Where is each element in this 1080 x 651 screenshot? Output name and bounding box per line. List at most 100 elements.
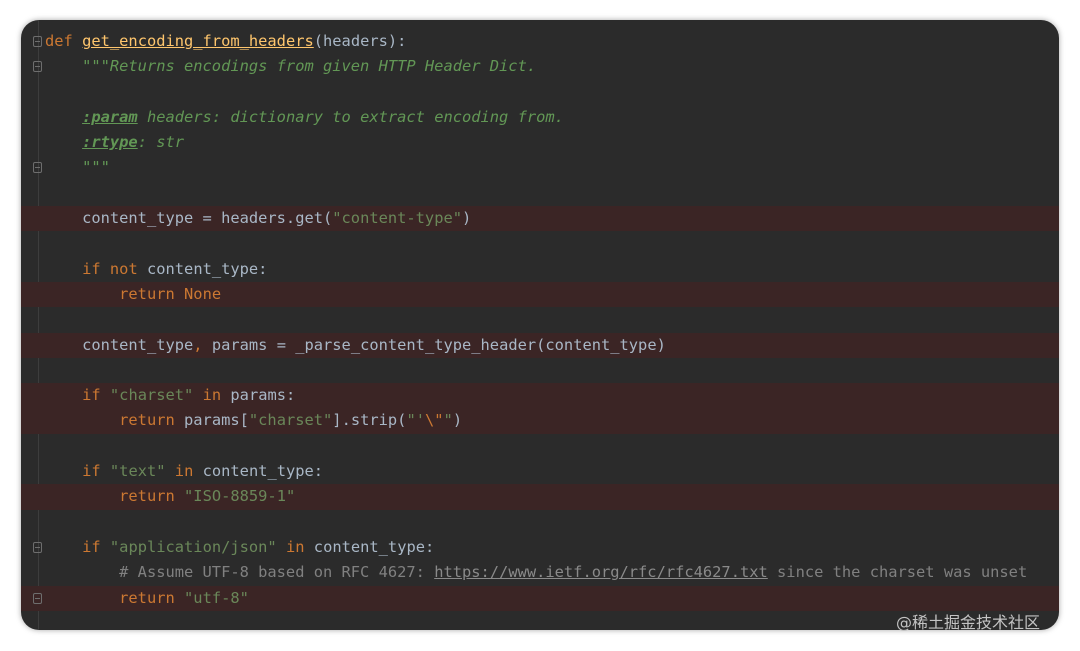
escape-sequence: \" — [424, 411, 444, 430]
fold-icon[interactable] — [33, 61, 42, 73]
code-line-8: content_type = headers.get("content-type… — [21, 206, 1059, 232]
doc-tag: :param — [82, 107, 138, 126]
code-text: content_type = headers.get( — [82, 209, 333, 228]
watermark: @稀土掘金技术社区 — [896, 613, 1041, 632]
string-literal: "ISO-8859-1" — [184, 487, 296, 506]
code-text: params = _parse_content_type_header(cont… — [202, 335, 666, 354]
code-line-13: content_type, params = _parse_content_ty… — [21, 332, 1059, 358]
string-literal: "text" — [109, 462, 166, 481]
code-line-1: def get_encoding_from_headers(headers): — [21, 29, 1059, 54]
string-literal: " — [443, 411, 453, 430]
comment: since the charset was unset — [767, 563, 1028, 582]
code-text: content_type — [82, 335, 194, 354]
code-text: ) — [462, 209, 472, 228]
code-text: params: — [221, 386, 296, 405]
code-editor-window: def get_encoding_from_headers(headers): … — [21, 20, 1059, 630]
code-text: content_type: — [193, 462, 324, 481]
function-name: get_encoding_from_headers — [82, 32, 314, 50]
code-line-11: return None — [21, 281, 1059, 308]
code-line-6: """ — [21, 155, 1059, 180]
fold-icon[interactable] — [33, 592, 42, 604]
comment: # Assume UTF-8 based on RFC 4627: — [119, 563, 435, 582]
string-literal: "charset" — [109, 386, 194, 405]
code-line-22: # Assume UTF-8 based on RFC 4627: https:… — [21, 560, 1059, 585]
string-literal: "utf-8" — [184, 588, 249, 607]
code-line-21: if "application/json" in content_type: — [21, 535, 1059, 560]
rfc-link[interactable]: https://www.ietf.org/rfc/rfc4627.txt — [434, 563, 768, 581]
docstring: """ — [82, 158, 110, 177]
keyword: not — [109, 259, 138, 278]
code-line-10: if not content_type: — [21, 257, 1059, 282]
docstring: : str — [137, 133, 185, 152]
keyword: in — [174, 462, 194, 481]
code-line-23: return "utf-8" — [21, 585, 1059, 611]
keyword: if — [82, 537, 101, 556]
doc-tag: :rtype — [82, 133, 138, 152]
string-literal: "content-type" — [332, 209, 462, 228]
keyword: return — [119, 284, 175, 303]
code-area[interactable]: def get_encoding_from_headers(headers): … — [21, 29, 1059, 611]
string-literal: "' — [406, 411, 425, 430]
fold-icon[interactable] — [33, 541, 42, 553]
code-line-5: :rtype: str — [21, 130, 1059, 155]
code-line-2: """Returns encodings from given HTTP Hea… — [21, 54, 1059, 79]
docstring: """Returns encodings from given HTTP Hea… — [82, 57, 537, 76]
code-text: ) — [452, 411, 463, 430]
string-literal: "charset" — [248, 411, 333, 430]
code-line-4: :param headers: dictionary to extract en… — [21, 105, 1059, 130]
code-text: (headers): — [313, 32, 407, 50]
fold-icon[interactable] — [33, 36, 42, 47]
keyword: return — [119, 411, 175, 430]
code-text: content_type: — [137, 259, 268, 278]
docstring: headers: dictionary to extract encoding … — [137, 107, 564, 126]
code-text: ].strip( — [332, 411, 407, 430]
code-text: params[ — [174, 411, 249, 430]
code-line-19: return "ISO-8859-1" — [21, 484, 1059, 510]
code-line-16: return params["charset"].strip("'\"") — [21, 408, 1059, 434]
keyword: if — [82, 462, 101, 481]
code-line-18: if "text" in content_type: — [21, 459, 1059, 484]
keyword: in — [285, 537, 305, 556]
string-literal: "application/json" — [109, 537, 277, 556]
punctuation: , — [193, 335, 203, 354]
keyword: return — [119, 487, 175, 506]
keyword: if — [82, 386, 101, 405]
code-text: content_type: — [304, 537, 435, 556]
fold-icon[interactable] — [33, 162, 42, 174]
keyword: in — [202, 386, 222, 405]
keyword: return — [119, 588, 175, 607]
keyword: def — [45, 32, 73, 50]
keyword: None — [184, 284, 222, 303]
